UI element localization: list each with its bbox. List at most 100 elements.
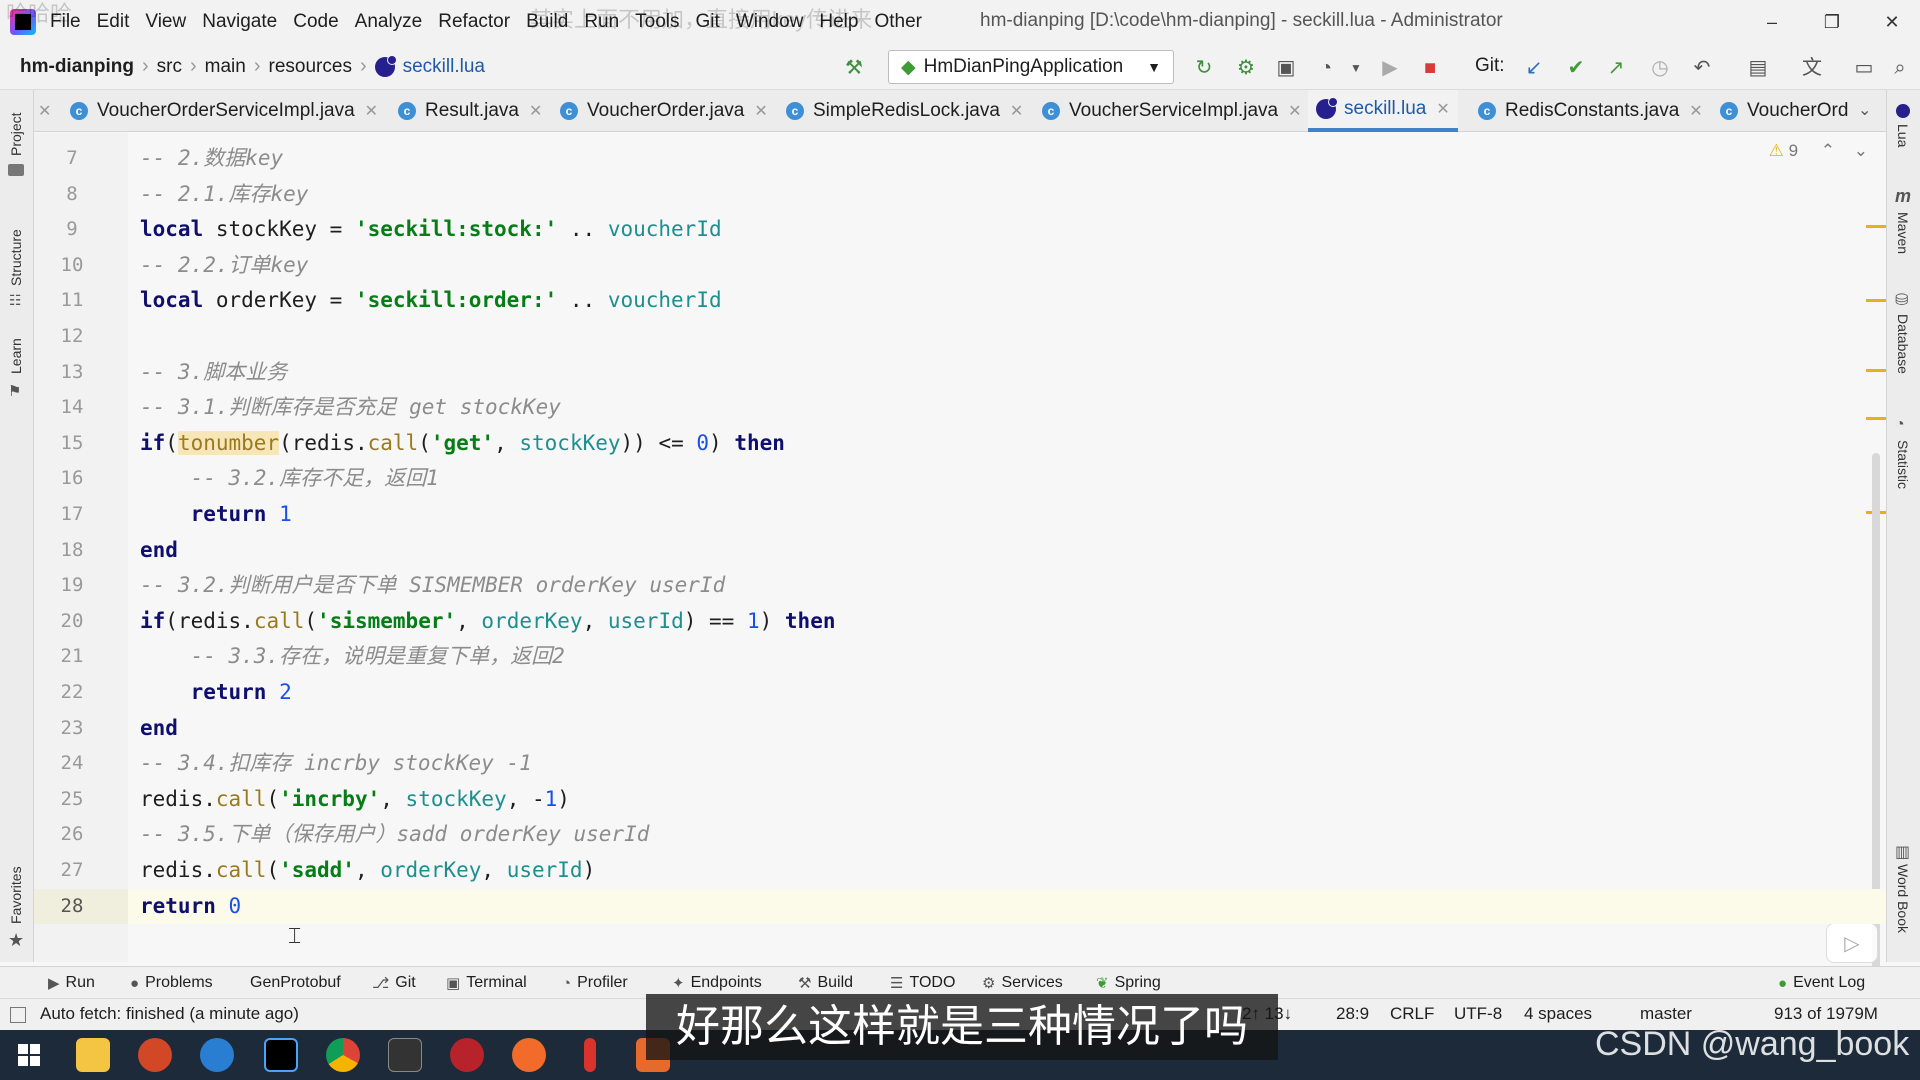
code-editor[interactable]: ⚠ 9 ⌃ ⌄ ⌶ ▷ -- 2.数据key -- 2.1.库存key local … bbox=[128, 133, 1886, 1013]
tab-simple-redis-lock[interactable]: c SimpleRedisLock.java ✕ bbox=[786, 90, 1023, 132]
caret-position[interactable]: 28:9 bbox=[1336, 1004, 1369, 1024]
tab-redis-constants[interactable]: c RedisConstants.java ✕ bbox=[1478, 90, 1703, 132]
intellij-taskbar-icon[interactable] bbox=[264, 1038, 298, 1072]
translate-icon[interactable]: 文 bbox=[1800, 56, 1824, 80]
tab-result[interactable]: c Result.java ✕ bbox=[398, 90, 542, 132]
git-commit-icon[interactable]: ✔ bbox=[1564, 56, 1588, 80]
tool-services[interactable]: ⚙ Services bbox=[982, 974, 1063, 992]
coverage-icon[interactable]: ▣ bbox=[1274, 56, 1298, 80]
code-line[interactable]: end bbox=[128, 711, 1886, 746]
line-number[interactable]: 28 bbox=[42, 889, 102, 924]
tab-voucher-order-service-impl[interactable]: c VoucherOrderServiceImpl.java ✕ bbox=[70, 90, 378, 132]
tab-voucher-order[interactable]: c VoucherOrder.java ✕ bbox=[560, 90, 768, 132]
tool-window-statistic[interactable]: Statistic bbox=[1895, 440, 1911, 489]
code-line[interactable]: -- 3.2.判断用户是否下单 SISMEMBER orderKey userI… bbox=[128, 568, 1886, 603]
code-line[interactable]: -- 2.2.订单key bbox=[128, 248, 1886, 283]
search-icon[interactable]: ⌕ bbox=[1888, 56, 1912, 80]
restore-icon[interactable]: ❐ bbox=[1812, 6, 1852, 38]
tool-profiler[interactable]: ◔ Profiler bbox=[562, 974, 628, 992]
breadcrumb-project[interactable]: hm-dianping bbox=[20, 56, 134, 78]
line-separator[interactable]: CRLF bbox=[1390, 1004, 1434, 1024]
tool-problems[interactable]: ● Problems bbox=[130, 974, 213, 992]
code-line[interactable]: if(redis.call('sismember', orderKey, use… bbox=[128, 604, 1886, 639]
terminal-taskbar-icon[interactable] bbox=[388, 1038, 422, 1072]
close-tab-icon[interactable]: ✕ bbox=[754, 101, 767, 121]
tool-window-structure[interactable]: Structure bbox=[8, 229, 24, 286]
tool-terminal[interactable]: ▣ Terminal bbox=[446, 974, 527, 992]
breadcrumb-src[interactable]: src bbox=[157, 56, 182, 78]
menu-edit[interactable]: Edit bbox=[97, 11, 130, 33]
history-icon[interactable]: ◷ bbox=[1648, 56, 1672, 80]
minimize-icon[interactable]: – bbox=[1752, 6, 1792, 38]
tool-genprotobuf[interactable]: GenProtobuf bbox=[250, 974, 341, 992]
code-line[interactable]: return 1 bbox=[128, 497, 1886, 532]
file-encoding[interactable]: UTF-8 bbox=[1454, 1004, 1502, 1024]
line-number[interactable]: 26 bbox=[42, 817, 102, 852]
menu-other[interactable]: Other bbox=[874, 11, 922, 33]
code-line[interactable]: -- 2.1.库存key bbox=[128, 177, 1886, 212]
postman-icon[interactable] bbox=[512, 1038, 546, 1072]
line-number[interactable]: 15 bbox=[42, 426, 102, 461]
menu-view[interactable]: View bbox=[145, 11, 186, 33]
breadcrumb-resources[interactable]: resources bbox=[269, 56, 352, 78]
tool-window-lua[interactable]: Lua bbox=[1895, 124, 1911, 147]
code-line[interactable]: -- 3.4.扣库存 incrby stockKey -1 bbox=[128, 746, 1886, 781]
project-structure-icon[interactable]: ▤ bbox=[1746, 56, 1770, 80]
rollback-icon[interactable]: ↶ bbox=[1690, 56, 1714, 80]
stop-icon[interactable]: ■ bbox=[1418, 56, 1442, 80]
tool-build[interactable]: ⚒ Build bbox=[798, 974, 853, 992]
run-icon[interactable]: ▶ bbox=[1378, 56, 1402, 80]
line-number[interactable]: 12 bbox=[42, 319, 102, 354]
browser-icon[interactable] bbox=[200, 1038, 234, 1072]
tool-window-learn[interactable]: Learn bbox=[8, 338, 24, 374]
code-line[interactable]: -- 3.1.判断库存是否充足 get stockKey bbox=[128, 390, 1886, 425]
tool-window-word-book[interactable]: Word Book bbox=[1895, 864, 1911, 933]
code-line[interactable]: -- 3.3.存在，说明是重复下单，返回2 bbox=[128, 639, 1886, 674]
tab-voucher-service-impl[interactable]: c VoucherServiceImpl.java ✕ bbox=[1042, 90, 1302, 132]
code-line[interactable]: -- 3.2.库存不足，返回1 bbox=[128, 461, 1886, 496]
tab-voucher-ord[interactable]: c VoucherOrd bbox=[1720, 90, 1848, 132]
tool-todo[interactable]: ☰ TODO bbox=[890, 974, 955, 992]
run-configuration-select[interactable]: ◆ HmDianPingApplication ▼ bbox=[888, 50, 1174, 84]
redis-desktop-icon[interactable] bbox=[450, 1038, 484, 1072]
line-number[interactable]: 9 bbox=[42, 212, 102, 247]
line-number[interactable]: 14 bbox=[42, 390, 102, 425]
line-number[interactable]: 19 bbox=[42, 568, 102, 603]
code-line[interactable] bbox=[128, 319, 1886, 354]
line-number[interactable]: 25 bbox=[42, 782, 102, 817]
tab-list-chevron-icon[interactable]: ⌄ bbox=[1858, 100, 1871, 120]
line-number[interactable]: 20 bbox=[42, 604, 102, 639]
line-number[interactable]: 21 bbox=[42, 639, 102, 674]
memory-indicator[interactable]: 913 of 1979M bbox=[1774, 1004, 1878, 1024]
code-line[interactable]: -- 3.脚本业务 bbox=[128, 355, 1886, 390]
line-number[interactable]: 11 bbox=[42, 283, 102, 318]
line-number[interactable]: 10 bbox=[42, 248, 102, 283]
close-tab-icon[interactable]: ✕ bbox=[1689, 101, 1702, 121]
code-line[interactable]: local stockKey = 'seckill:stock:' .. vou… bbox=[128, 212, 1886, 247]
breadcrumb-file[interactable]: seckill.lua bbox=[374, 54, 485, 78]
git-update-icon[interactable]: ↙ bbox=[1522, 56, 1546, 80]
tool-window-project[interactable]: Project bbox=[8, 112, 24, 156]
windows-start-icon[interactable] bbox=[18, 1044, 40, 1066]
menu-navigate[interactable]: Navigate bbox=[202, 11, 277, 33]
tool-window-database[interactable]: Database bbox=[1895, 314, 1911, 374]
close-tab-icon[interactable]: ✕ bbox=[529, 101, 542, 121]
code-line[interactable]: -- 2.数据key bbox=[128, 141, 1886, 176]
powerpoint-icon[interactable] bbox=[138, 1038, 172, 1072]
close-tab-icon[interactable]: ✕ bbox=[1436, 99, 1449, 119]
code-line[interactable]: if(tonumber(redis.call('get', stockKey))… bbox=[128, 426, 1886, 461]
status-message[interactable]: Auto fetch: finished (a minute ago) bbox=[40, 1004, 299, 1024]
menu-code[interactable]: Code bbox=[293, 11, 338, 33]
line-number[interactable]: 23 bbox=[42, 711, 102, 746]
menu-refactor[interactable]: Refactor bbox=[438, 11, 510, 33]
chrome-icon[interactable] bbox=[326, 1038, 360, 1072]
code-line[interactable]: return 0 bbox=[128, 888, 1886, 924]
menu-analyze[interactable]: Analyze bbox=[355, 11, 423, 33]
chevron-down-icon[interactable]: ▼ bbox=[1344, 56, 1368, 80]
close-icon[interactable]: ✕ bbox=[1872, 6, 1912, 38]
line-number[interactable]: 13 bbox=[42, 355, 102, 390]
breadcrumb-main[interactable]: main bbox=[205, 56, 246, 78]
debug-icon[interactable]: ⚙ bbox=[1234, 56, 1258, 80]
tool-event-log[interactable]: ● Event Log bbox=[1778, 974, 1865, 992]
line-number[interactable]: 16 bbox=[42, 461, 102, 496]
